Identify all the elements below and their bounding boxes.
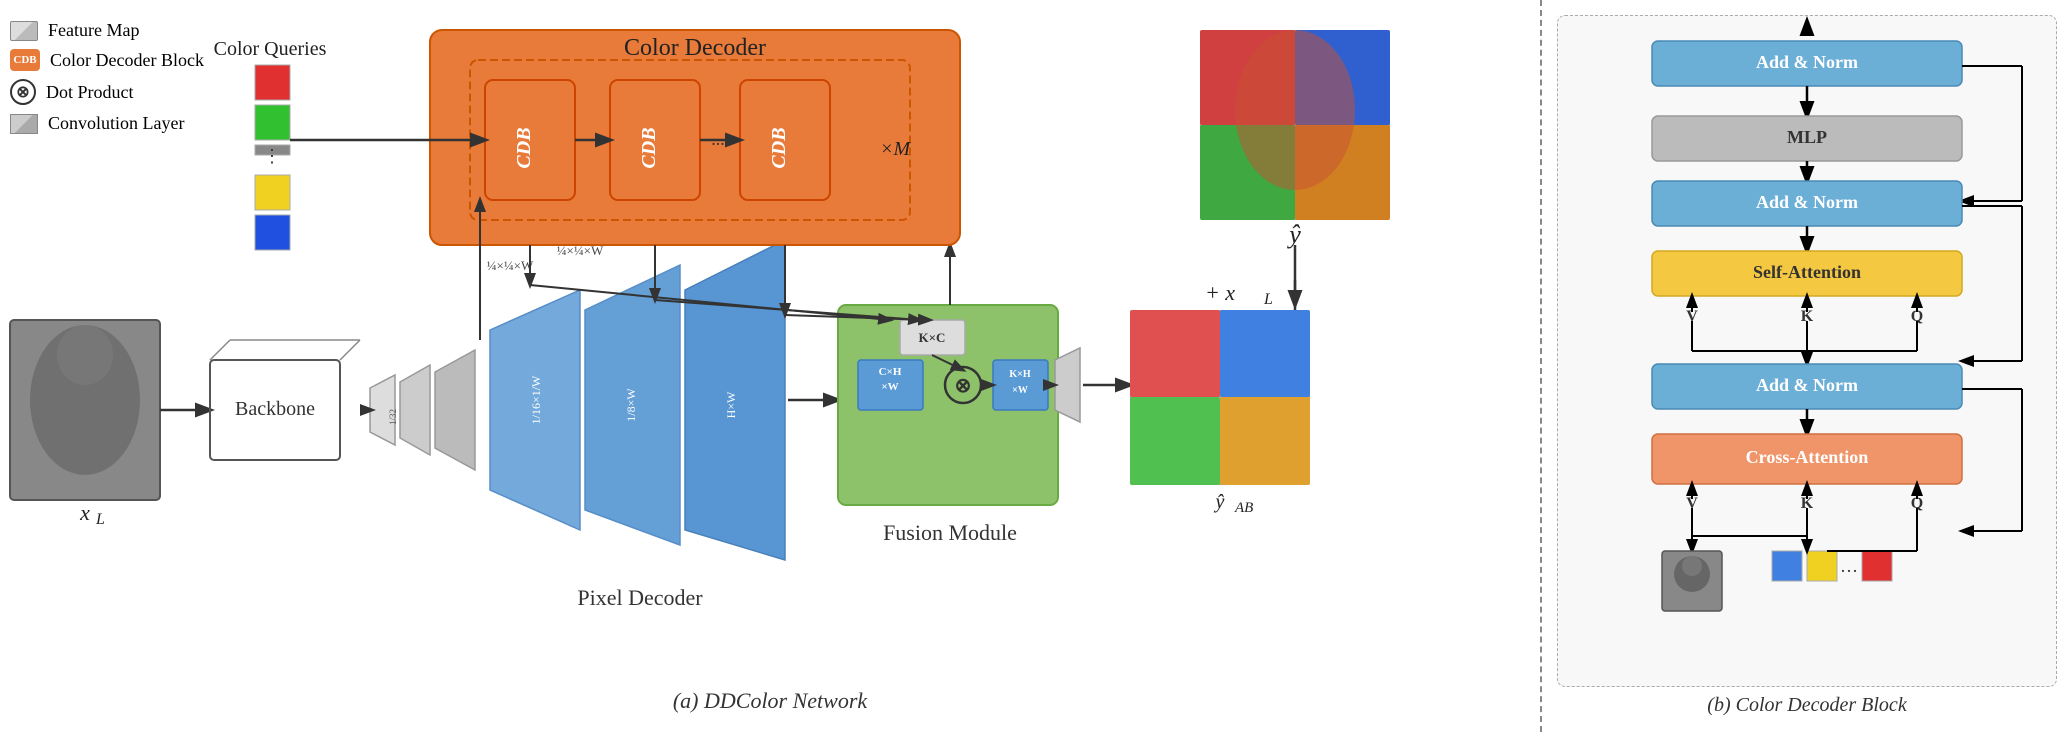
- color-query-blue: [1772, 551, 1802, 581]
- caption-right: (b) Color Decoder Block: [1707, 694, 1906, 717]
- svg-text:⊗: ⊗: [955, 375, 972, 397]
- color-queries-label: Color Queries: [214, 38, 327, 60]
- svg-text:K×H: K×H: [1009, 369, 1030, 380]
- svg-text:K×C: K×C: [919, 330, 946, 345]
- left-diagram-area: Feature Map CDB Color Decoder Block ⊗ Do…: [0, 0, 1540, 732]
- svg-text:Cross-Attention: Cross-Attention: [1746, 447, 1869, 467]
- svg-text:CDB: CDB: [768, 127, 790, 168]
- main-diagram-svg: x L Backbone 1/32: [0, 0, 1540, 710]
- svg-text:Add & Norm: Add & Norm: [1756, 52, 1858, 72]
- pixel-decoder-label: Pixel Decoder: [577, 585, 703, 610]
- svg-text:1/8×W: 1/8×W: [624, 388, 638, 422]
- svg-text:MLP: MLP: [1787, 127, 1827, 147]
- plus-xl-label: + x: [1205, 280, 1235, 305]
- svg-text:H×W: H×W: [724, 391, 738, 418]
- svg-text:×W: ×W: [881, 381, 898, 393]
- svg-text:1/16×1/W: 1/16×1/W: [529, 375, 543, 424]
- conv-after-fusion: [1055, 348, 1080, 422]
- times-m-label: ×M: [880, 138, 911, 160]
- svg-text:CDB: CDB: [638, 127, 660, 168]
- svg-text:1/32: 1/32: [388, 409, 398, 425]
- svg-text:…: …: [1840, 556, 1858, 576]
- cdb-svg: Add & Norm MLP Add & Norm: [1558, 16, 2056, 686]
- svg-text:L: L: [1263, 291, 1273, 308]
- svg-text:...: ...: [711, 129, 725, 149]
- svg-text:L: L: [95, 511, 105, 528]
- svg-text:×W: ×W: [1012, 385, 1028, 396]
- svg-text:C×H: C×H: [879, 366, 902, 378]
- color-query-yellow: [1807, 551, 1837, 581]
- xl-label: x: [79, 500, 90, 525]
- color-query-red: [1862, 551, 1892, 581]
- feature-map-2: [400, 365, 430, 455]
- svg-text:¼×¼×W: ¼×¼×W: [487, 258, 534, 273]
- right-panel: Add & Norm MLP Add & Norm: [1540, 0, 2072, 732]
- svg-text:AB: AB: [1234, 500, 1253, 516]
- svg-text:⋮: ⋮: [263, 146, 281, 166]
- caption-left: (a) DDColor Network: [673, 688, 867, 714]
- backbone-label: Backbone: [235, 398, 315, 420]
- svg-text:Add & Norm: Add & Norm: [1756, 192, 1858, 212]
- fusion-label: Fusion Module: [883, 520, 1017, 545]
- svg-text:CDB: CDB: [513, 127, 535, 168]
- cdb-diagram: Add & Norm MLP Add & Norm: [1557, 15, 2057, 687]
- main-container: Feature Map CDB Color Decoder Block ⊗ Do…: [0, 0, 2072, 732]
- yhat-ab-label: ŷ: [1214, 491, 1225, 513]
- yhat-label: ŷ: [1286, 220, 1301, 249]
- feature-map-3: [435, 350, 475, 470]
- svg-text:Self-Attention: Self-Attention: [1753, 262, 1861, 282]
- svg-text:Add & Norm: Add & Norm: [1756, 375, 1858, 395]
- color-decoder-title: Color Decoder: [624, 35, 766, 61]
